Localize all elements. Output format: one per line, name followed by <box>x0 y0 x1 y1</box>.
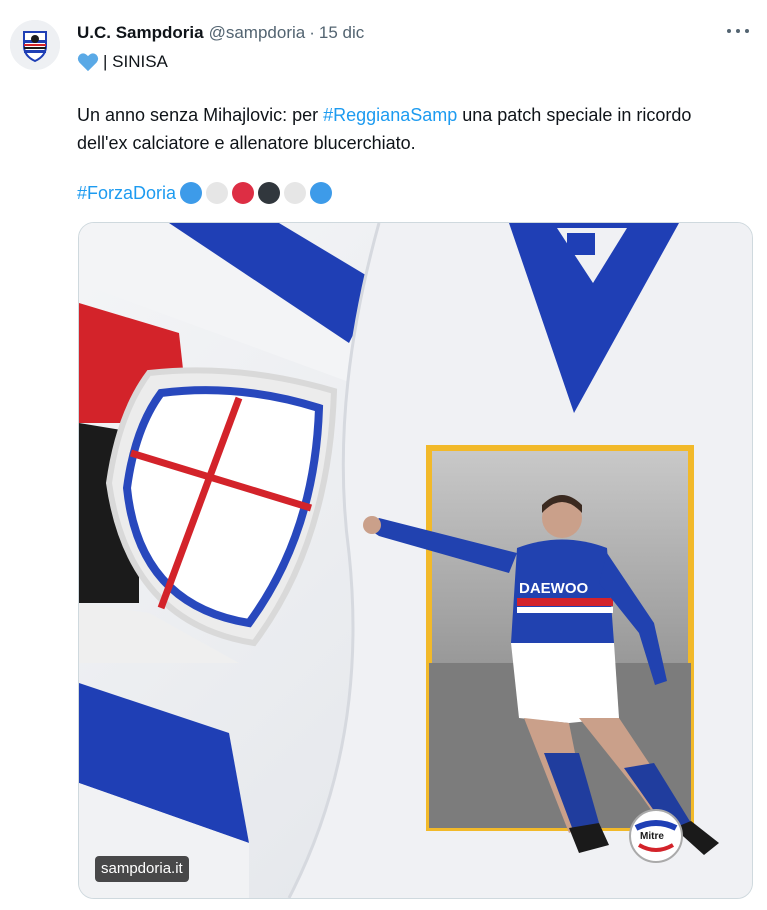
more-options-icon[interactable] <box>727 24 749 38</box>
post-image[interactable]: DAEWOO Mitre sampdoria.it <box>78 222 753 899</box>
tweet-text: Un anno senza Mihajlovic: per #ReggianaS… <box>77 101 737 157</box>
hashtag-forzadoria[interactable]: #ForzaDoria <box>77 183 176 204</box>
post-date[interactable]: 15 dic <box>319 23 364 43</box>
white-circle-icon <box>206 182 229 204</box>
blue-circle-icon <box>180 182 203 204</box>
white-circle-icon <box>284 182 307 204</box>
blue-heart-icon <box>77 53 99 72</box>
sampdoria-crest-icon <box>10 20 60 70</box>
blue-circle-icon <box>310 182 333 204</box>
tweet[interactable]: U.C. Sampdoria @sampdoria · 15 dic | SIN… <box>0 0 767 910</box>
author-name[interactable]: U.C. Sampdoria <box>77 23 204 43</box>
text-before: Un anno senza Mihajlovic: per <box>77 105 324 125</box>
tweet-header: U.C. Sampdoria @sampdoria · 15 dic <box>77 22 364 44</box>
author-handle[interactable]: @sampdoria <box>209 23 306 43</box>
image-watermark: sampdoria.it <box>95 856 189 882</box>
separator-dot: · <box>309 23 315 42</box>
jersey-photo: DAEWOO Mitre <box>79 223 752 898</box>
hashtag-reggianasamp[interactable]: #ReggianaSamp <box>323 105 457 125</box>
black-circle-icon <box>258 182 281 204</box>
bio-text: | SINISA <box>103 52 168 71</box>
author-avatar[interactable] <box>10 20 60 70</box>
red-circle-icon <box>232 182 255 204</box>
jersey-sponsor: DAEWOO <box>519 580 588 597</box>
hashtag-line: #ForzaDoria <box>77 178 333 208</box>
ball-brand: Mitre <box>640 831 664 842</box>
author-bio: | SINISA <box>77 50 168 74</box>
